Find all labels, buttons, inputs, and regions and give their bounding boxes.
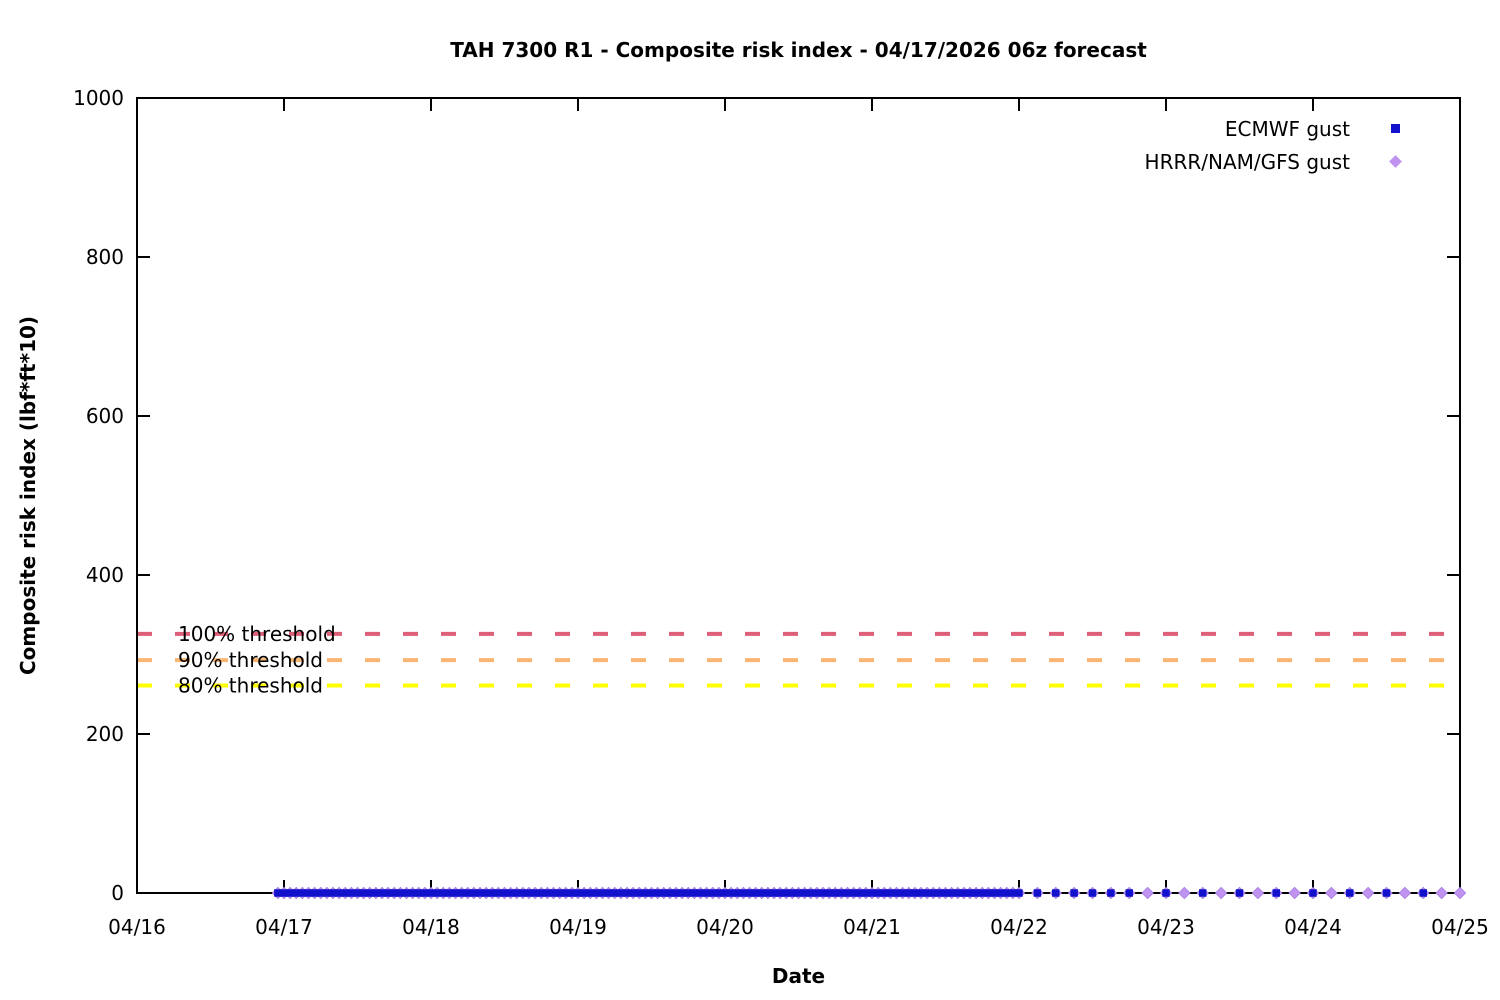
y-tick-label: 0 (111, 881, 124, 905)
legend-label-ecmwf: ECMWF gust (1224, 116, 1350, 141)
data-point-square (1199, 889, 1207, 897)
data-point-square (1419, 889, 1427, 897)
legend-marker-box (1350, 124, 1440, 133)
legend-marker-box (1350, 155, 1440, 168)
threshold-label: 100% threshold (178, 622, 336, 646)
data-point-square (1107, 889, 1115, 897)
legend-row-ecmwf: ECMWF gust (1145, 112, 1440, 145)
x-tick-label: 04/20 (696, 915, 754, 939)
x-tick-label: 04/24 (1284, 915, 1342, 939)
data-point-diamond (1214, 886, 1228, 900)
data-point-diamond (1398, 886, 1412, 900)
x-axis-ticks: 04/16 04/17 04/18 04/19 04/20 04/21 04/22 04/23… (108, 98, 1489, 939)
data-point-square (1088, 889, 1097, 897)
data-point-diamond (1453, 886, 1467, 900)
y-tick-label: 200 (86, 722, 124, 746)
data-point-diamond (1251, 886, 1265, 900)
threshold-labels: 100% threshold90% threshold80% threshold (178, 622, 336, 698)
y-tick-label: 1000 (73, 86, 124, 110)
legend-label-hrrr-nam-gfs: HRRR/NAM/GFS gust (1144, 149, 1350, 174)
x-tick-label: 04/21 (843, 915, 901, 939)
legend: ECMWF gust HRRR/NAM/GFS gust (1145, 112, 1440, 178)
legend-row-hrrr-nam-gfs: HRRR/NAM/GFS gust (1145, 145, 1440, 178)
y-axis-ticks: 0 200 400 600 800 1000 (73, 86, 1460, 905)
data-point-diamond (1288, 886, 1301, 900)
data-point-square (1033, 889, 1042, 897)
chart-container: TAH 7300 R1 - Composite risk index - 04/… (0, 0, 1500, 1000)
x-tick-label: 04/19 (549, 915, 607, 939)
data-point-square (1162, 889, 1170, 897)
data-point-square (1052, 889, 1060, 897)
data-point-diamond (1178, 886, 1191, 900)
y-tick-label: 800 (86, 245, 124, 269)
x-tick-label: 04/18 (402, 915, 460, 939)
x-tick-label: 04/22 (990, 915, 1048, 939)
data-point-diamond (1435, 886, 1448, 900)
threshold-label: 90% threshold (178, 648, 323, 672)
ecmwf-square-marker-icon (1390, 124, 1400, 133)
y-tick-label: 400 (86, 563, 124, 587)
data-point-diamond (1325, 886, 1338, 900)
y-tick-label: 600 (86, 404, 124, 428)
data-point-square (1382, 889, 1391, 897)
x-axis-label: Date (771, 964, 826, 988)
data-point-square (1309, 889, 1317, 897)
data-point-square (1235, 889, 1244, 897)
data-point-square (1272, 889, 1280, 897)
x-tick-label: 04/23 (1137, 915, 1195, 939)
hrrr-nam-gfs-diamond-marker-icon (1388, 155, 1402, 168)
data-point-square (1125, 889, 1133, 897)
data-point-square (1015, 889, 1023, 897)
x-tick-label: 04/25 (1431, 915, 1489, 939)
data-point-diamond (1361, 886, 1375, 900)
plot-border (136, 97, 1461, 894)
data-point-square (1070, 889, 1078, 897)
data-point-diamond (1141, 886, 1154, 900)
data-point-square (1346, 889, 1354, 897)
threshold-label: 80% threshold (178, 674, 323, 698)
x-tick-label: 04/16 (108, 915, 166, 939)
x-tick-label: 04/17 (255, 915, 313, 939)
